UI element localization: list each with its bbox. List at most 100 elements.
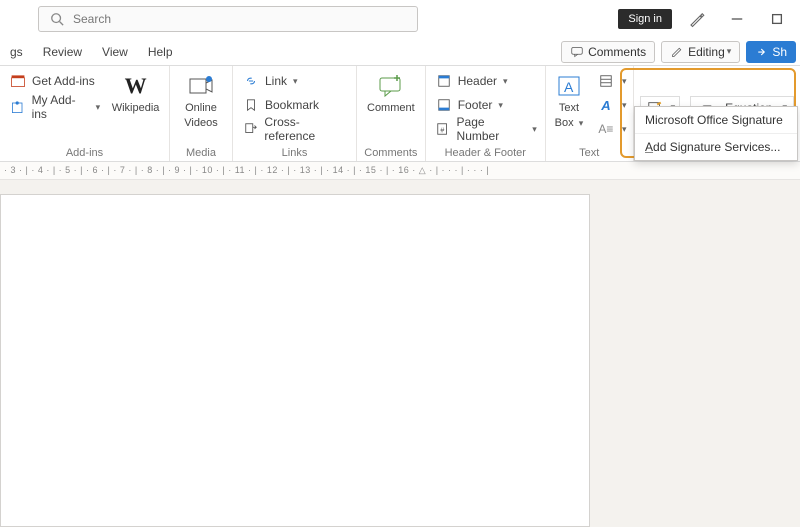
page-number-label: Page Number (457, 115, 527, 143)
store-icon (8, 71, 28, 91)
svg-text:A: A (564, 79, 574, 95)
menu-add-signature-services[interactable]: Add Signature Services... (635, 133, 797, 160)
group-comments: Comment Comments (357, 66, 426, 161)
document-page[interactable] (0, 194, 590, 527)
wikipedia-label: Wikipedia (112, 102, 160, 115)
editing-pill-label: Editing (688, 45, 725, 59)
get-addins-button[interactable]: Get Add-ins (6, 70, 102, 92)
chevron-down-icon: ▾ (727, 46, 732, 57)
chevron-down-icon: ▾ (622, 124, 627, 135)
header-icon (434, 71, 454, 91)
horizontal-ruler[interactable]: · 3 · | · 4 · | · 5 · | · 6 · | · 7 · | … (0, 162, 800, 180)
chevron-down-icon: ▾ (293, 76, 298, 87)
search-input[interactable]: Search (38, 6, 418, 32)
footer-button[interactable]: Footer ▾ (432, 94, 539, 116)
comment-label: Comment (367, 102, 415, 115)
online-videos-button[interactable]: Online Videos (176, 70, 226, 131)
share-label: Sh (772, 45, 787, 59)
header-label: Header (458, 74, 497, 88)
document-workspace (0, 180, 800, 527)
crossref-icon (241, 119, 260, 139)
restore-button[interactable] (762, 4, 792, 34)
group-text: A Text Box ▾ ▾ A ▾ A≡ ▾ (546, 66, 634, 161)
chevron-down-icon: ▾ (622, 100, 627, 111)
restore-icon (770, 12, 784, 26)
link-label: Link (265, 74, 287, 88)
pen-icon (688, 10, 706, 28)
video-icon (186, 72, 216, 100)
chevron-down-icon: ▾ (579, 118, 584, 128)
text-box-button[interactable]: A Text Box ▾ (550, 70, 588, 131)
comments-pill[interactable]: Comments (561, 41, 655, 63)
bookmark-icon (241, 95, 261, 115)
mnemonic-a: A (645, 140, 653, 154)
get-addins-label: Get Add-ins (32, 74, 95, 88)
sign-in-button[interactable]: Sign in (618, 9, 672, 29)
bookmark-button[interactable]: Bookmark (239, 94, 350, 116)
chevron-down-icon: ▾ (532, 124, 537, 135)
link-button[interactable]: Link ▾ (239, 70, 350, 92)
tab-view[interactable]: View (92, 38, 138, 66)
text-box-label-1: Text (559, 102, 579, 115)
minimize-button[interactable] (722, 4, 752, 34)
my-addins-button[interactable]: My Add-ins ▾ (6, 96, 102, 118)
search-placeholder: Search (73, 12, 111, 26)
xref-label: Cross-reference (264, 115, 348, 143)
quick-parts-icon (596, 71, 616, 91)
group-links: Link ▾ Bookmark Cross-reference Links (233, 66, 357, 161)
footer-label: Footer (458, 98, 493, 112)
footer-icon (434, 95, 454, 115)
menu-add-signature-label: dd Signature Services... (653, 140, 780, 154)
chevron-down-icon: ▾ (622, 76, 627, 87)
new-comment-icon (376, 72, 406, 100)
tab-cut[interactable]: gs (0, 38, 33, 66)
link-icon (241, 71, 261, 91)
wikipedia-button[interactable]: W Wikipedia (108, 70, 163, 117)
touch-mode-button[interactable] (682, 4, 712, 34)
header-button[interactable]: Header ▾ (432, 70, 539, 92)
group-label-hf: Header & Footer (432, 145, 539, 161)
group-label-comments: Comments (363, 145, 419, 161)
bookmark-label: Bookmark (265, 98, 319, 112)
new-comment-button[interactable]: Comment (363, 70, 419, 117)
text-box-icon: A (554, 72, 584, 100)
drop-cap-icon: A≡ (596, 119, 616, 139)
title-bar: Search Sign in (0, 0, 800, 38)
puzzle-icon (8, 97, 28, 117)
drop-cap-button[interactable]: A≡ ▾ (594, 118, 629, 140)
ribbon-tabs: gs Review View Help Comments Editing ▾ S… (0, 38, 800, 66)
text-box-label-2: Box (555, 117, 574, 129)
group-label-text: Text (552, 145, 627, 161)
ribbon-right-pills: Comments Editing ▾ Sh (561, 41, 800, 63)
comments-pill-label: Comments (588, 45, 646, 59)
group-label-links: Links (239, 145, 350, 161)
tab-help[interactable]: Help (138, 38, 183, 66)
group-addins: Get Add-ins My Add-ins ▾ W Wikipedia Add… (0, 66, 170, 161)
online-videos-label-2: Videos (184, 117, 217, 130)
group-label-media: Media (176, 145, 226, 161)
group-header-footer: Header ▾ Footer ▾ # Page Number ▾ (426, 66, 546, 161)
signature-dropdown: Microsoft Office Signature Add Signature… (634, 106, 798, 161)
group-media: Online Videos Media (170, 66, 233, 161)
quick-parts-button[interactable]: ▾ (594, 70, 629, 92)
svg-text:#: # (440, 128, 444, 135)
wikipedia-icon: W (121, 72, 151, 100)
share-button[interactable]: Sh (746, 41, 796, 63)
menu-ms-signature[interactable]: Microsoft Office Signature (635, 107, 797, 133)
editing-pill[interactable]: Editing ▾ (661, 41, 740, 63)
page-number-button[interactable]: # Page Number ▾ (432, 118, 539, 140)
tab-review[interactable]: Review (33, 38, 92, 66)
cross-reference-button[interactable]: Cross-reference (239, 118, 350, 140)
group-label-addins: Add-ins (6, 145, 163, 161)
search-icon (47, 9, 67, 29)
chevron-down-icon: ▾ (503, 76, 508, 87)
comment-icon (570, 45, 584, 59)
wordart-icon: A (596, 95, 616, 115)
chevron-down-icon: ▾ (498, 100, 503, 111)
page-number-icon: # (434, 119, 453, 139)
share-icon (755, 45, 769, 59)
wordart-button[interactable]: A ▾ (594, 94, 629, 116)
my-addins-label: My Add-ins (32, 93, 90, 121)
chevron-down-icon: ▾ (96, 102, 101, 113)
minimize-icon (730, 12, 744, 26)
